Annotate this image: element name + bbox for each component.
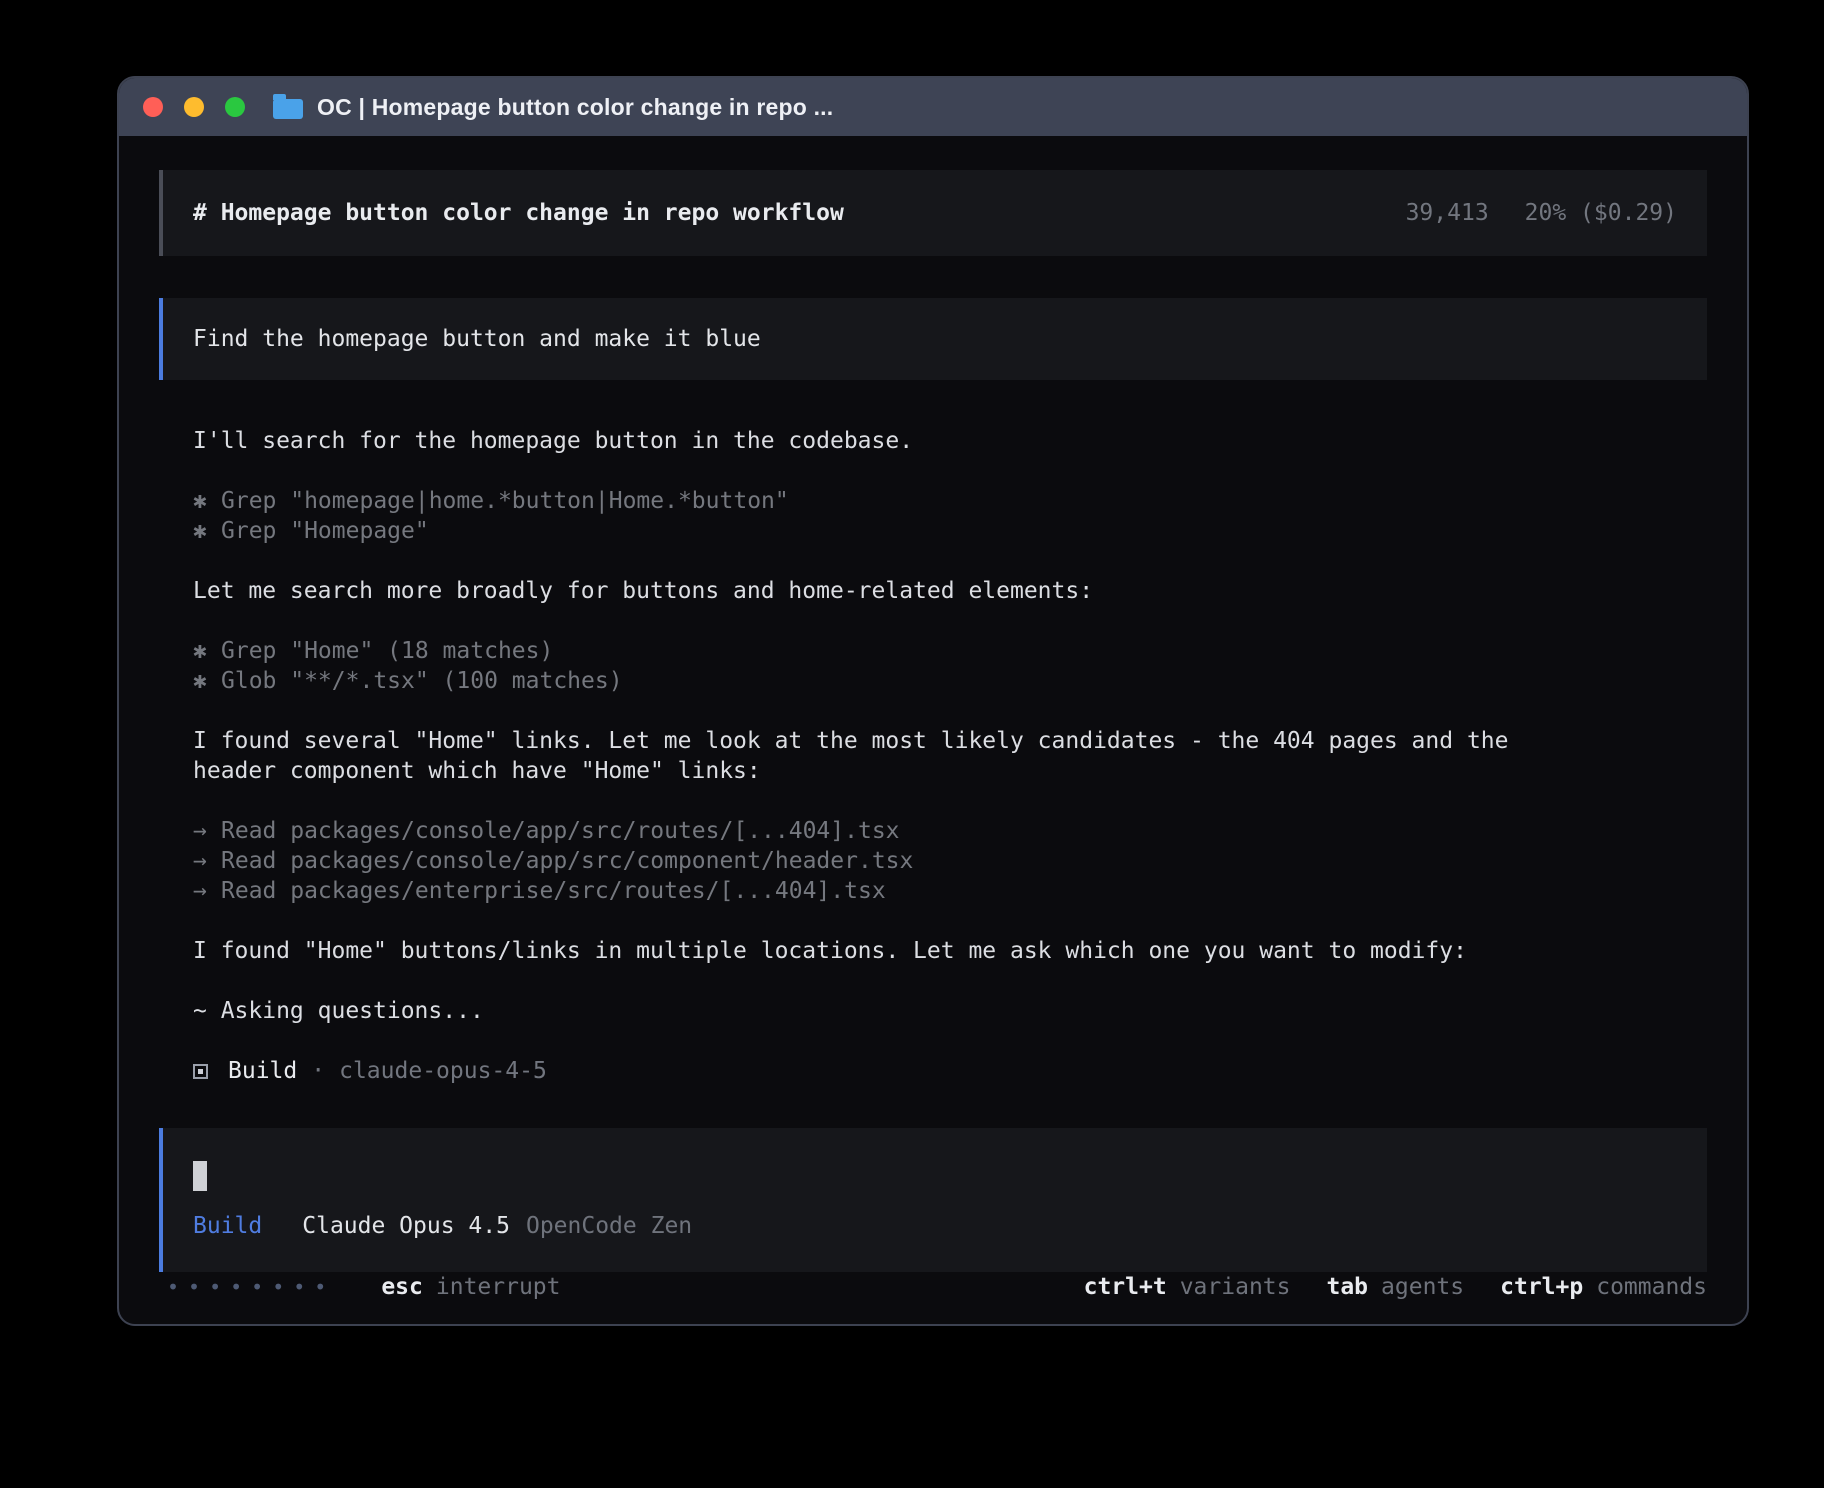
agent-separator: ·: [311, 1056, 325, 1086]
terminal-window: OC | Homepage button color change in rep…: [117, 76, 1749, 1326]
tool-bullet-icon: ✱: [193, 516, 221, 546]
shortcut-commands: ctrl+p commands: [1500, 1274, 1707, 1300]
tool-call-line: ✱Glob "**/*.tsx" (100 matches): [193, 666, 1707, 696]
user-message: Find the homepage button and make it blu…: [159, 298, 1707, 380]
statusbar-right: ctrl+t variants tab agents ctrl+p comman…: [1084, 1274, 1707, 1300]
zoom-button[interactable]: [225, 97, 245, 117]
tool-call-text: Grep "Homepage": [221, 518, 429, 544]
tool-call-line: ✱Grep "Homepage": [193, 516, 1707, 546]
assistant-text: I found several "Home" links. Let me loo…: [193, 726, 1543, 786]
tool-call-line: ✱Grep "Home" (18 matches): [193, 636, 1707, 666]
arrow-right-icon: →: [193, 876, 221, 906]
assistant-text: Let me search more broadly for buttons a…: [193, 576, 1707, 606]
read-file-line: →Read packages/enterprise/src/routes/[..…: [193, 876, 1707, 906]
read-file-text: Read packages/enterprise/src/routes/[...…: [221, 878, 886, 904]
shortcut-label: commands: [1596, 1274, 1707, 1300]
shortcut-key: ctrl+t: [1084, 1274, 1167, 1300]
agent-status-line: Build · claude-opus-4-5: [193, 1056, 1707, 1086]
esc-key-hint: esc: [381, 1274, 423, 1300]
interrupt-label: interrupt: [436, 1274, 561, 1300]
read-file-text: Read packages/console/app/src/routes/[..…: [221, 818, 900, 844]
tool-bullet-icon: ✱: [193, 666, 221, 696]
input-meta: Build Claude Opus 4.5 OpenCode Zen: [193, 1213, 692, 1239]
shortcut-label: variants: [1180, 1274, 1291, 1300]
tool-bullet-icon: ✱: [193, 636, 221, 666]
provider-label: OpenCode Zen: [526, 1213, 692, 1239]
read-file-text: Read packages/console/app/src/component/…: [221, 848, 913, 874]
transcript: I'll search for the homepage button in t…: [193, 426, 1707, 1056]
terminal-content: # Homepage button color change in repo w…: [119, 136, 1747, 1326]
traffic-lights: [143, 97, 245, 117]
session-header: # Homepage button color change in repo w…: [159, 170, 1707, 256]
token-count: 39,413: [1406, 200, 1489, 226]
shortcut-agents: tab agents: [1326, 1274, 1464, 1300]
tool-call-text: Grep "homepage|home.*button|Home.*button…: [221, 488, 789, 514]
arrow-right-icon: →: [193, 846, 221, 876]
shortcut-label: agents: [1381, 1274, 1464, 1300]
asking-questions-status: ~ Asking questions...: [193, 996, 1707, 1026]
tool-call-text: Grep "Home" (18 matches): [221, 638, 553, 664]
agent-model: claude-opus-4-5: [339, 1056, 547, 1086]
prompt-input[interactable]: Build Claude Opus 4.5 OpenCode Zen: [159, 1128, 1707, 1272]
agent-name: Build: [228, 1056, 297, 1086]
titlebar[interactable]: OC | Homepage button color change in rep…: [119, 78, 1747, 136]
read-file-line: →Read packages/console/app/src/component…: [193, 846, 1707, 876]
shortcut-key: ctrl+p: [1500, 1274, 1583, 1300]
mode-label[interactable]: Build: [193, 1213, 262, 1239]
shortcut-variants: ctrl+t variants: [1084, 1274, 1291, 1300]
tool-bullet-icon: ✱: [193, 486, 221, 516]
statusbar: •••••••• esc interrupt ctrl+t variants t…: [159, 1274, 1707, 1300]
close-button[interactable]: [143, 97, 163, 117]
shortcut-key: tab: [1326, 1274, 1368, 1300]
minimize-button[interactable]: [184, 97, 204, 117]
window-title: OC | Homepage button color change in rep…: [317, 94, 833, 121]
build-agent-icon: [193, 1064, 208, 1079]
tool-call-text: Glob "**/*.tsx" (100 matches): [221, 668, 623, 694]
text-cursor: [193, 1161, 207, 1191]
assistant-text: I'll search for the homepage button in t…: [193, 426, 1707, 456]
statusbar-left: •••••••• esc interrupt: [159, 1274, 561, 1300]
model-label[interactable]: Claude Opus 4.5: [302, 1213, 510, 1239]
arrow-right-icon: →: [193, 816, 221, 846]
read-file-line: →Read packages/console/app/src/routes/[.…: [193, 816, 1707, 846]
spinner-dots: ••••••••: [167, 1275, 335, 1299]
session-stats: 39,413 20% ($0.29): [1406, 200, 1677, 226]
assistant-text: I found "Home" buttons/links in multiple…: [193, 936, 1707, 966]
user-message-text: Find the homepage button and make it blu…: [193, 326, 761, 352]
context-cost: 20% ($0.29): [1525, 200, 1677, 226]
tool-call-line: ✱Grep "homepage|home.*button|Home.*butto…: [193, 486, 1707, 516]
folder-icon: [273, 99, 303, 119]
session-title: # Homepage button color change in repo w…: [193, 200, 844, 226]
